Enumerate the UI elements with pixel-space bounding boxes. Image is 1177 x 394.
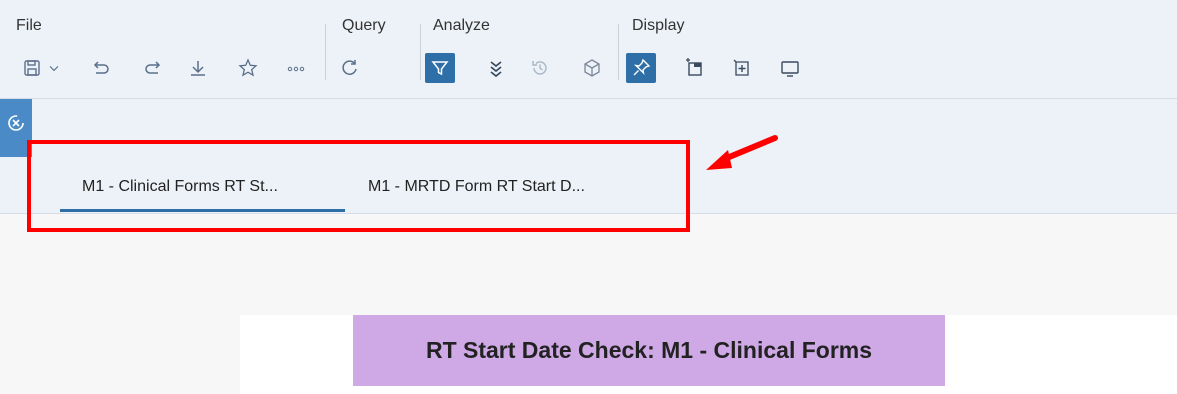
group-label-analyze: Analyze	[433, 17, 490, 34]
history-icon[interactable]	[528, 56, 552, 80]
more-icon[interactable]	[284, 56, 308, 80]
dropdown-chevron-icon[interactable]	[46, 56, 62, 80]
star-icon[interactable]	[236, 56, 260, 80]
annotation-arrow-icon	[706, 135, 778, 170]
group-label-query: Query	[342, 17, 386, 34]
group-label-display: Display	[632, 17, 685, 34]
refresh-icon[interactable]	[338, 56, 362, 80]
monitor-icon[interactable]	[778, 56, 802, 80]
annotation-highlight-box	[27, 140, 690, 232]
undo-icon[interactable]	[90, 56, 114, 80]
add-table-icon[interactable]	[730, 56, 754, 80]
pin-icon[interactable]	[626, 53, 656, 83]
page-title: RT Start Date Check: M1 - Clinical Forms	[353, 315, 945, 386]
separator	[325, 24, 326, 80]
separator	[420, 24, 421, 80]
redo-icon[interactable]	[140, 56, 164, 80]
separator	[618, 24, 619, 80]
sticky-note-icon[interactable]	[682, 56, 706, 80]
toolbar: File Query Analyze Display	[0, 0, 1177, 99]
expand-all-icon[interactable]	[484, 56, 508, 80]
cube-icon[interactable]	[580, 56, 604, 80]
save-icon[interactable]	[20, 56, 44, 80]
filter-icon[interactable]	[425, 53, 455, 83]
group-label-file: File	[16, 17, 42, 34]
close-navigation-icon	[6, 113, 26, 138]
download-icon[interactable]	[186, 56, 210, 80]
